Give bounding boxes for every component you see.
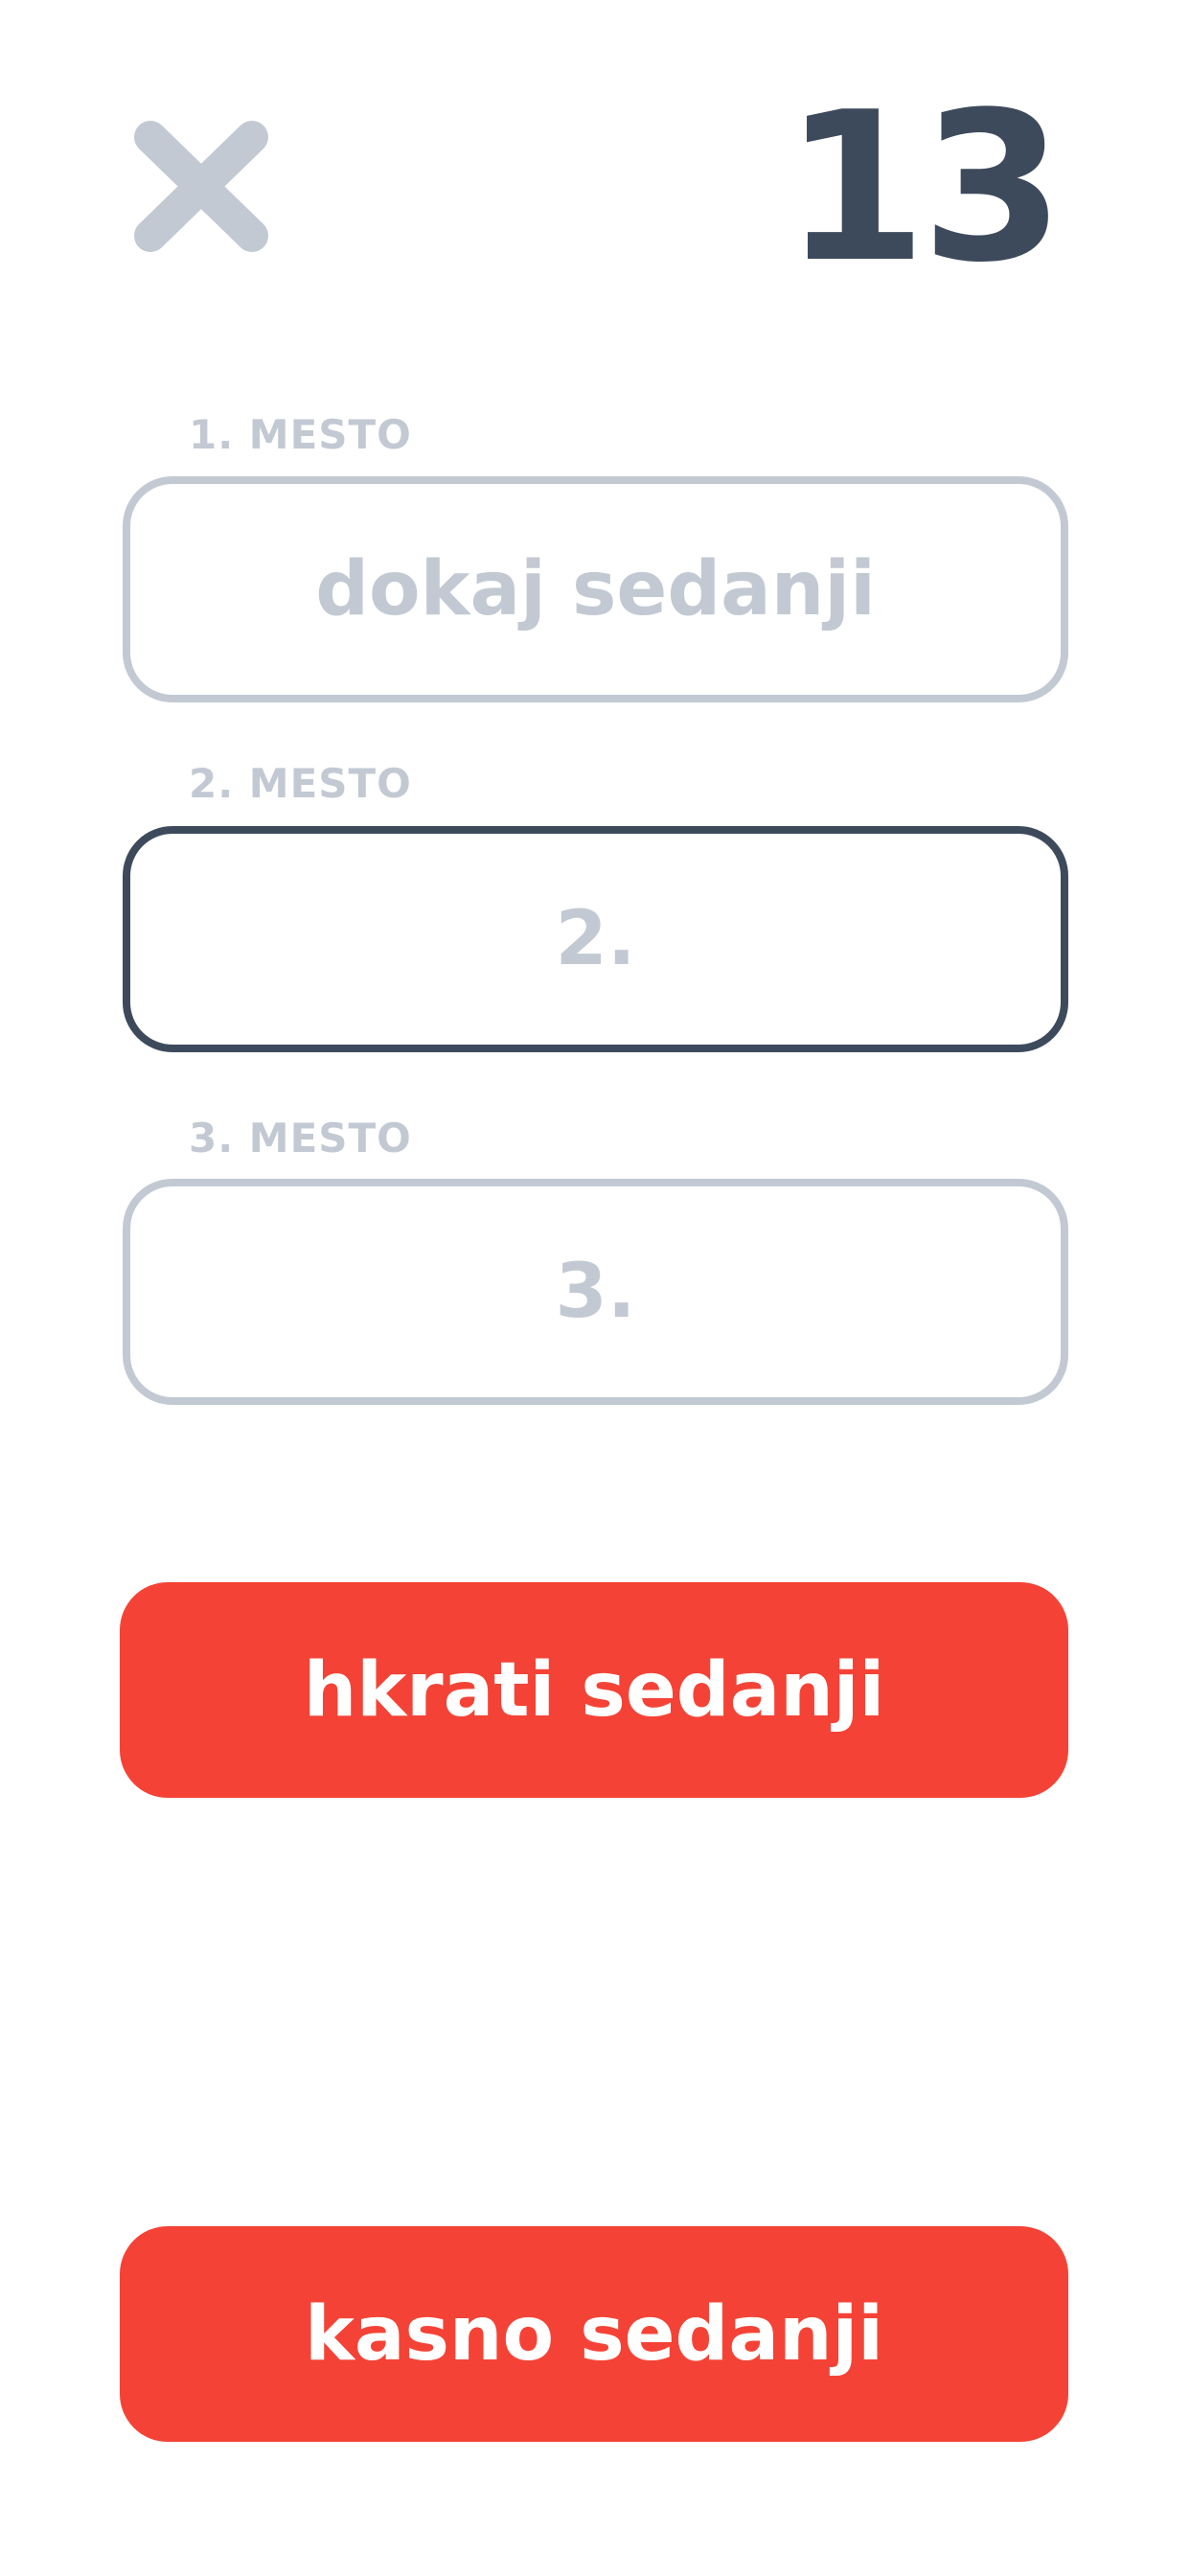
option-button-kasno-sedanji[interactable]: kasno sedanji xyxy=(120,2226,1068,2442)
option-button-hkrati-sedanji[interactable]: hkrati sedanji xyxy=(120,1582,1068,1798)
answer-slot-3[interactable]: 3. xyxy=(123,1179,1068,1405)
remaining-counter: 13 xyxy=(783,67,1064,308)
answer-slot-2[interactable]: 2. xyxy=(123,826,1068,1052)
slot-label-1: 1. MESTO xyxy=(189,411,412,458)
slot-label-2: 2. MESTO xyxy=(189,760,412,807)
slot-label-3: 3. MESTO xyxy=(189,1115,412,1162)
answer-slot-1[interactable]: dokaj sedanji xyxy=(123,476,1068,702)
close-button[interactable] xyxy=(131,118,271,255)
close-icon xyxy=(134,121,268,252)
